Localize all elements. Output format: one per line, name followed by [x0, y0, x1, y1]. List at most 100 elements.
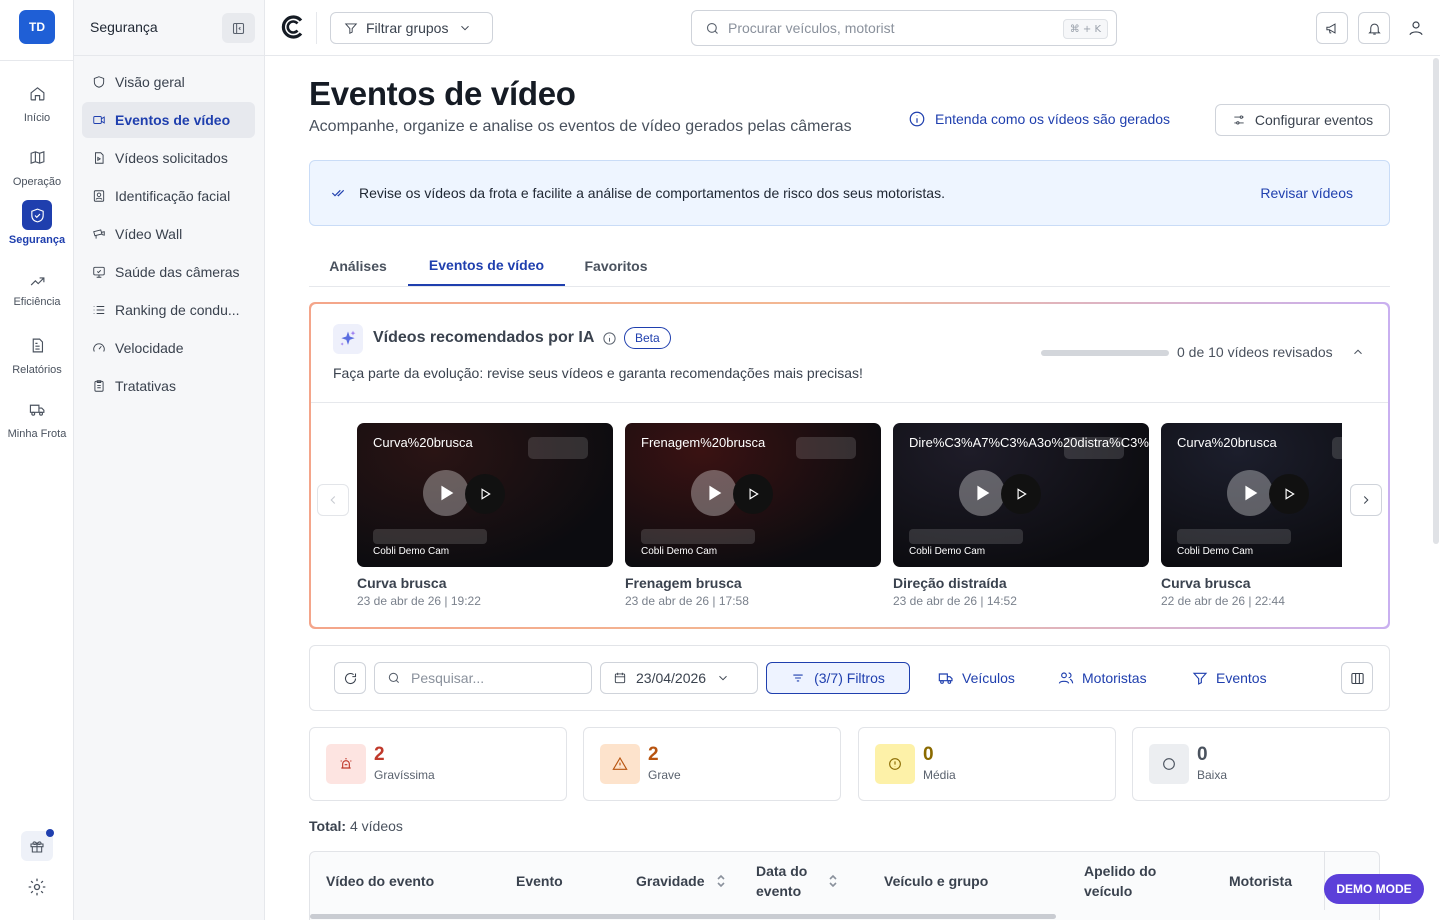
column-header-video[interactable]: Vídeo do evento — [326, 852, 434, 910]
sidebar-item-tratativas[interactable]: Tratativas — [82, 368, 255, 404]
rail-item-seguranca[interactable]: Segurança — [0, 200, 74, 246]
table-horizontal-scrollbar[interactable] — [310, 914, 1056, 919]
account-logo[interactable]: TD — [19, 10, 55, 44]
filters-button[interactable]: (3/7) Filtros — [766, 662, 910, 694]
video-thumbnail[interactable]: Dire%C3%A7%C3%A3o%20distra%C3%ADdaCobli … — [893, 423, 1149, 567]
how-videos-generated-link[interactable]: Entenda como os vídeos são gerados — [908, 110, 1170, 128]
column-header-label: Apelido do veículo — [1084, 863, 1157, 899]
tab-favoritos[interactable]: Favoritos — [566, 246, 666, 286]
sidebar-item-eventos-de-video[interactable]: Eventos de vídeo — [82, 102, 255, 138]
play-small-button[interactable] — [1269, 474, 1309, 514]
review-progress-text: 0 de 10 vídeos revisados — [1177, 344, 1333, 360]
sidebar-item-identificacao-facial[interactable]: Identificação facial — [82, 178, 255, 214]
rail-item-inicio[interactable]: Início — [0, 78, 74, 124]
sidebar-item-saude-das-cameras[interactable]: Saúde das câmeras — [82, 254, 255, 290]
sidebar-item-label: Ranking de condu... — [115, 302, 240, 318]
refresh-button[interactable] — [334, 662, 366, 694]
column-header-data[interactable]: Data do evento — [756, 852, 846, 910]
video-card[interactable]: Dire%C3%A7%C3%A3o%20distra%C3%ADdaCobli … — [893, 423, 1149, 608]
video-card[interactable]: Curva%20brusca Cobli Demo Cam Curva brusca… — [1161, 423, 1342, 608]
sidebar-item-visao-geral[interactable]: Visão geral — [82, 64, 255, 100]
tab-eventos-de-video[interactable]: Eventos de vídeo — [408, 246, 565, 286]
siren-icon — [340, 758, 352, 769]
gift-button[interactable] — [21, 829, 54, 861]
review-progress-bar — [1041, 350, 1169, 356]
sparkle-icon — [333, 324, 363, 354]
global-search-input[interactable]: Procurar veículos, motorist ⌘ + K — [691, 10, 1117, 46]
video-card[interactable]: Frenagem%20brusca Cobli Demo Cam Frenagem … — [625, 423, 881, 608]
page-subtitle: Acompanhe, organize e analise os eventos… — [309, 118, 852, 135]
severity-icon-box — [1149, 744, 1189, 784]
drivers-filter-link[interactable]: Motoristas — [1058, 662, 1147, 694]
brand-logo-icon[interactable] — [280, 14, 306, 40]
severity-label: Baixa — [1197, 768, 1228, 782]
banner-text: Revise os vídeos da frota e facilite a a… — [359, 185, 945, 201]
configure-events-button[interactable]: Configurar eventos — [1215, 104, 1390, 136]
sidebar-item-label: Velocidade — [115, 340, 184, 356]
date-picker[interactable]: 23/04/2026 — [600, 662, 758, 694]
rail-item-relatorios[interactable]: Relatórios — [0, 330, 74, 376]
tab-analises[interactable]: Análises — [309, 246, 407, 286]
severity-card-gravissima[interactable]: 2 Gravíssima — [309, 727, 567, 801]
video-thumbnail[interactable]: Curva%20brusca Cobli Demo Cam — [357, 423, 613, 567]
demo-mode-badge[interactable]: DEMO MODE — [1324, 874, 1424, 904]
severity-card-media[interactable]: 0 Média — [858, 727, 1116, 801]
double-check-icon — [331, 189, 345, 197]
keyboard-shortcut-hint: ⌘ + K — [1062, 19, 1108, 39]
announcements-button[interactable] — [1316, 12, 1348, 44]
play-outline-icon — [749, 488, 759, 500]
carousel-next-button[interactable] — [1350, 484, 1382, 516]
settings-button[interactable] — [27, 877, 47, 902]
vehicles-filter-link[interactable]: Veículos — [938, 662, 1015, 694]
collapse-sidebar-button[interactable] — [222, 13, 255, 43]
info-icon[interactable] — [602, 331, 617, 346]
circle-icon — [1163, 758, 1175, 770]
play-small-button[interactable] — [465, 474, 505, 514]
play-button[interactable] — [959, 470, 1005, 516]
severity-count: 2 — [374, 744, 385, 765]
play-button[interactable] — [423, 470, 469, 516]
video-card[interactable]: Curva%20brusca Cobli Demo Cam Curva brusca… — [357, 423, 613, 608]
chevron-right-icon — [1363, 496, 1369, 504]
play-button[interactable] — [1227, 470, 1273, 516]
scrollbar-thumb[interactable] — [1433, 58, 1439, 544]
chevron-up-icon[interactable] — [1351, 345, 1365, 359]
column-header-evento[interactable]: Evento — [516, 852, 563, 910]
filter-groups-label: Filtrar grupos — [366, 20, 449, 36]
column-header-veiculo[interactable]: Veículo e grupo — [884, 852, 988, 910]
rail-item-label: Eficiência — [13, 296, 61, 308]
severity-icon-box — [326, 744, 366, 784]
chevron-down-icon — [461, 25, 470, 31]
carousel-prev-button[interactable] — [317, 484, 349, 516]
review-videos-link[interactable]: Revisar vídeos — [1260, 185, 1353, 201]
megaphone-icon — [1325, 22, 1335, 34]
play-button[interactable] — [691, 470, 737, 516]
rail-item-operacao[interactable]: Operação — [0, 142, 74, 188]
user-menu-button[interactable] — [1400, 12, 1432, 44]
info-link-label: Entenda como os vídeos são gerados — [935, 111, 1171, 127]
notifications-button[interactable] — [1358, 12, 1390, 44]
column-header-gravidade[interactable]: Gravidade — [636, 852, 726, 910]
page-scrollbar[interactable] — [1432, 56, 1440, 920]
play-small-button[interactable] — [1001, 474, 1041, 514]
column-header-apelido[interactable]: Apelido do veículo — [1084, 852, 1184, 910]
events-search-input[interactable]: Pesquisar... — [374, 662, 592, 694]
play-small-button[interactable] — [733, 474, 773, 514]
video-card-date: 22 de abr de 26 | 22:44 — [1161, 594, 1285, 608]
events-filter-link[interactable]: Eventos — [1192, 662, 1267, 694]
column-header-motorista[interactable]: Motorista — [1229, 852, 1292, 910]
thumbnail-title: Curva%20brusca — [373, 435, 473, 450]
video-thumbnail[interactable]: Frenagem%20brusca Cobli Demo Cam — [625, 423, 881, 567]
sidebar-item-video-wall[interactable]: Vídeo Wall — [82, 216, 255, 252]
filter-groups-button[interactable]: Filtrar grupos — [330, 12, 493, 44]
sidebar-item-velocidade[interactable]: Velocidade — [82, 330, 255, 366]
video-thumbnail[interactable]: Curva%20brusca Cobli Demo Cam — [1161, 423, 1342, 567]
rail-item-minha-frota[interactable]: Minha Frota — [0, 394, 74, 440]
columns-toggle-button[interactable] — [1341, 662, 1373, 694]
sidebar-item-ranking[interactable]: Ranking de condu... — [82, 292, 255, 328]
severity-card-grave[interactable]: 2 Grave — [583, 727, 841, 801]
rail-item-eficiencia[interactable]: Eficiência — [0, 270, 74, 308]
sidebar-item-videos-solicitados[interactable]: Vídeos solicitados — [82, 140, 255, 176]
topbar-divider — [316, 12, 317, 44]
severity-card-baixa[interactable]: 0 Baixa — [1132, 727, 1390, 801]
